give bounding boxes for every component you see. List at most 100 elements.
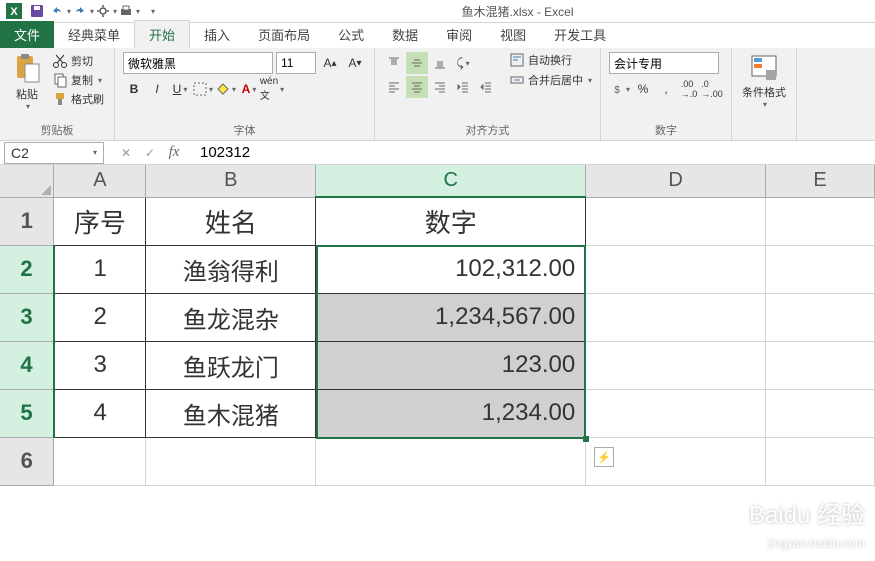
- merge-center-button[interactable]: 合并后居中▾: [509, 72, 592, 88]
- comma-format-icon[interactable]: ,: [655, 78, 677, 100]
- cell-A2[interactable]: 1: [54, 245, 146, 293]
- app-name: Excel: [544, 5, 573, 19]
- font-name-combo[interactable]: [123, 52, 273, 74]
- tab-home[interactable]: 开始: [134, 20, 190, 48]
- cell-C1[interactable]: 数字: [316, 197, 586, 245]
- cell-A5[interactable]: 4: [54, 389, 146, 437]
- orientation-icon[interactable]: ⤹▾: [452, 52, 474, 74]
- formula-input[interactable]: [192, 142, 875, 164]
- phonetic-button[interactable]: wén文▾: [261, 78, 283, 100]
- cut-button[interactable]: 剪切: [50, 52, 106, 70]
- spreadsheet-grid[interactable]: A B C D E 1 序号 姓名 数字 2 1 渔翁得利 102,312.00…: [0, 165, 875, 560]
- format-painter-button[interactable]: 格式刷: [50, 90, 106, 108]
- cell-D4[interactable]: [586, 341, 766, 389]
- tab-formulas[interactable]: 公式: [324, 21, 378, 48]
- row-header-3[interactable]: 3: [0, 293, 54, 341]
- copy-button[interactable]: 复制▾: [50, 71, 106, 89]
- customize-qat-icon[interactable]: ▾: [141, 1, 163, 21]
- tab-developer[interactable]: 开发工具: [540, 21, 620, 48]
- accounting-format-icon[interactable]: $▾: [609, 78, 631, 100]
- cell-D2[interactable]: [586, 245, 766, 293]
- tab-review[interactable]: 审阅: [432, 21, 486, 48]
- paste-button[interactable]: 粘贴 ▾: [8, 52, 46, 111]
- quick-analysis-icon[interactable]: ⚡: [594, 447, 614, 467]
- cell-A1[interactable]: 序号: [54, 197, 146, 245]
- row-header-2[interactable]: 2: [0, 245, 54, 293]
- col-header-C[interactable]: C: [316, 165, 586, 197]
- print-icon[interactable]: ▾: [118, 1, 140, 21]
- col-header-B[interactable]: B: [146, 165, 316, 197]
- decrease-indent-icon[interactable]: [452, 76, 474, 98]
- undo-icon[interactable]: ▾: [49, 1, 71, 21]
- cell-E1[interactable]: [766, 197, 875, 245]
- cell-C5[interactable]: 1,234.00: [316, 389, 586, 437]
- font-size-combo[interactable]: [276, 52, 316, 74]
- font-color-button[interactable]: A▾: [238, 78, 260, 100]
- cell-A3[interactable]: 2: [54, 293, 146, 341]
- cell-B5[interactable]: 鱼木混猪: [146, 389, 316, 437]
- number-format-combo[interactable]: [609, 52, 719, 74]
- select-all-corner[interactable]: [0, 165, 54, 197]
- cell-B4[interactable]: 鱼跃龙门: [146, 341, 316, 389]
- cell-C6[interactable]: [316, 437, 586, 485]
- redo-icon[interactable]: ▾: [72, 1, 94, 21]
- wrap-text-button[interactable]: 自动换行: [509, 52, 592, 68]
- row-header-6[interactable]: 6: [0, 437, 54, 485]
- align-middle-icon[interactable]: [406, 52, 428, 74]
- decrease-decimal-icon[interactable]: .0→.00: [701, 78, 723, 100]
- cell-C2[interactable]: 102,312.00: [316, 245, 586, 293]
- cell-D1[interactable]: [586, 197, 766, 245]
- cell-B1[interactable]: 姓名: [146, 197, 316, 245]
- insert-function-icon[interactable]: fx: [164, 143, 184, 163]
- tab-insert[interactable]: 插入: [190, 21, 244, 48]
- align-left-icon[interactable]: [383, 76, 405, 98]
- row-header-5[interactable]: 5: [0, 389, 54, 437]
- fill-handle[interactable]: [583, 436, 589, 442]
- row-header-1[interactable]: 1: [0, 197, 54, 245]
- row-header-4[interactable]: 4: [0, 341, 54, 389]
- cell-E4[interactable]: [766, 341, 875, 389]
- cell-B2[interactable]: 渔翁得利: [146, 245, 316, 293]
- tab-file[interactable]: 文件: [0, 21, 54, 48]
- col-header-A[interactable]: A: [54, 165, 146, 197]
- cell-A4[interactable]: 3: [54, 341, 146, 389]
- increase-font-icon[interactable]: A▴: [319, 52, 341, 74]
- cell-C4[interactable]: 123.00: [316, 341, 586, 389]
- col-header-E[interactable]: E: [766, 165, 875, 197]
- tab-data[interactable]: 数据: [378, 21, 432, 48]
- cell-E3[interactable]: [766, 293, 875, 341]
- cell-C3[interactable]: 1,234,567.00: [316, 293, 586, 341]
- touch-mode-icon[interactable]: ▾: [95, 1, 117, 21]
- fill-color-button[interactable]: ▾: [215, 78, 237, 100]
- bold-button[interactable]: B: [123, 78, 145, 100]
- align-bottom-icon[interactable]: [429, 52, 451, 74]
- tab-view[interactable]: 视图: [486, 21, 540, 48]
- excel-icon[interactable]: X: [3, 1, 25, 21]
- tab-page-layout[interactable]: 页面布局: [244, 21, 324, 48]
- border-button[interactable]: ▾: [192, 78, 214, 100]
- name-box[interactable]: C2 ▾: [4, 142, 104, 164]
- cell-D5[interactable]: [586, 389, 766, 437]
- increase-decimal-icon[interactable]: .00→.0: [678, 78, 700, 100]
- underline-button[interactable]: U▾: [169, 78, 191, 100]
- align-right-icon[interactable]: [429, 76, 451, 98]
- col-header-D[interactable]: D: [586, 165, 766, 197]
- align-center-icon[interactable]: [406, 76, 428, 98]
- tab-classic-menu[interactable]: 经典菜单: [54, 21, 134, 48]
- cell-B6[interactable]: [146, 437, 316, 485]
- cell-D3[interactable]: [586, 293, 766, 341]
- italic-button[interactable]: I: [146, 78, 168, 100]
- cell-E5[interactable]: [766, 389, 875, 437]
- align-top-icon[interactable]: [383, 52, 405, 74]
- enter-icon[interactable]: ✓: [140, 143, 160, 163]
- cell-E2[interactable]: [766, 245, 875, 293]
- percent-format-icon[interactable]: %: [632, 78, 654, 100]
- decrease-font-icon[interactable]: A▾: [344, 52, 366, 74]
- increase-indent-icon[interactable]: [475, 76, 497, 98]
- conditional-format-button[interactable]: 条件格式 ▾: [740, 52, 788, 109]
- cell-B3[interactable]: 鱼龙混杂: [146, 293, 316, 341]
- save-icon[interactable]: [26, 1, 48, 21]
- cancel-icon[interactable]: ✕: [116, 143, 136, 163]
- cell-E6[interactable]: [766, 437, 875, 485]
- cell-A6[interactable]: [54, 437, 146, 485]
